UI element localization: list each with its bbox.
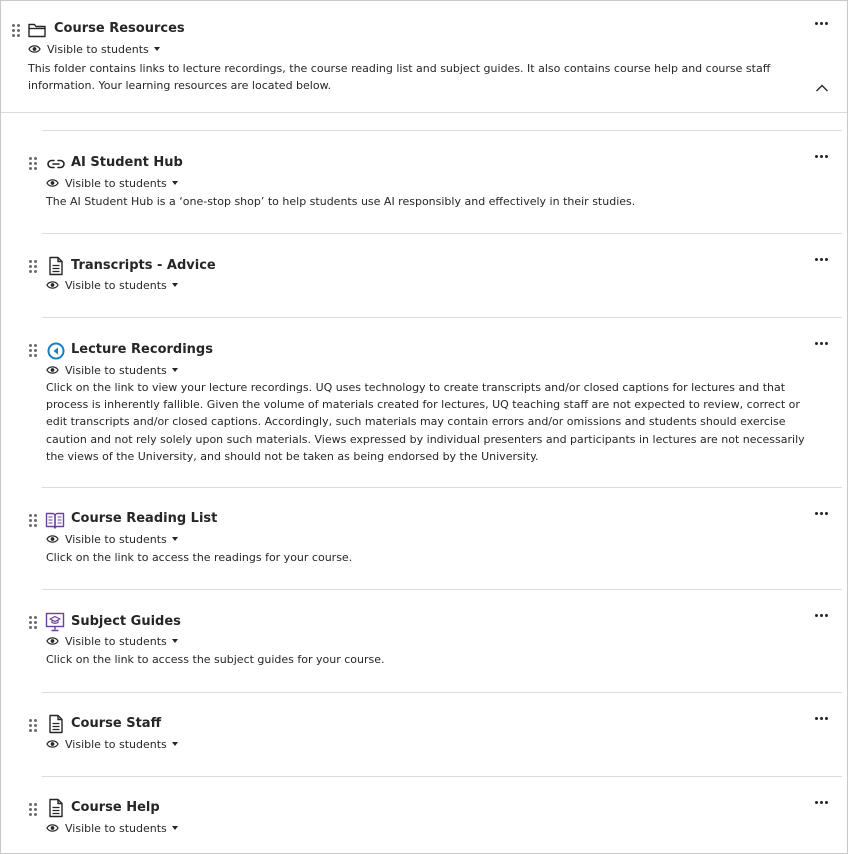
visibility-label: Visible to students [65, 737, 167, 751]
more-options-icon[interactable] [815, 614, 829, 618]
visibility-label: Visible to students [65, 176, 167, 190]
eye-icon [46, 740, 59, 748]
folder-course-resources[interactable]: Course Resources Visible to students Thi… [1, 1, 847, 113]
caret-down-icon [171, 283, 178, 287]
eye-icon [46, 637, 59, 645]
eye-icon [46, 281, 59, 289]
more-options-icon[interactable] [815, 22, 829, 26]
list-item-course-help[interactable]: Course Help Visible to students [29, 776, 842, 853]
item-title[interactable]: Lecture Recordings [71, 342, 213, 357]
document-icon [49, 798, 63, 818]
visibility-dropdown[interactable]: Visible to students [46, 278, 178, 292]
item-description: Click on the link to access the subject … [46, 653, 385, 666]
item-title[interactable]: Course Staff [71, 716, 161, 731]
drag-handle-icon[interactable] [29, 719, 38, 733]
visibility-dropdown[interactable]: Visible to students [46, 363, 178, 377]
document-icon [49, 714, 63, 734]
drag-handle-icon[interactable] [12, 24, 21, 38]
eye-icon [46, 366, 59, 374]
list-item-subject-guides[interactable]: Subject Guides Visible to students Click… [29, 589, 842, 692]
subject-guides-icon [45, 612, 65, 632]
item-description: The AI Student Hub is a ‘one-stop shop’ … [46, 195, 636, 208]
more-options-icon[interactable] [815, 155, 829, 159]
more-options-icon[interactable] [815, 717, 829, 721]
visibility-dropdown[interactable]: Visible to students [46, 532, 178, 546]
drag-handle-icon[interactable] [29, 344, 38, 358]
caret-down-icon [171, 742, 178, 746]
list-item-lecture-recordings[interactable]: Lecture Recordings Visible to students C… [29, 317, 842, 487]
visibility-label: Visible to students [47, 42, 149, 56]
lecture-recording-icon [47, 342, 65, 360]
more-options-icon[interactable] [815, 801, 829, 805]
reading-list-icon [45, 512, 65, 529]
caret-down-icon [171, 181, 178, 185]
eye-icon [28, 45, 41, 53]
eye-icon [46, 535, 59, 543]
caret-down-icon [171, 537, 178, 541]
item-description: Click on the link to access the readings… [46, 551, 353, 564]
visibility-dropdown[interactable]: Visible to students [28, 42, 160, 56]
visibility-label: Visible to students [65, 278, 167, 292]
more-options-icon[interactable] [815, 258, 829, 262]
list-item-transcripts-advice[interactable]: Transcripts - Advice Visible to students [29, 233, 842, 317]
item-title[interactable]: Course Reading List [71, 511, 217, 526]
eye-icon [46, 824, 59, 832]
folder-title[interactable]: Course Resources [54, 21, 185, 36]
chevron-up-icon[interactable] [815, 83, 829, 93]
visibility-dropdown[interactable]: Visible to students [46, 176, 178, 190]
item-title[interactable]: Course Help [71, 800, 160, 815]
caret-down-icon [171, 826, 178, 830]
caret-down-icon [153, 47, 160, 51]
document-icon [49, 256, 63, 276]
visibility-dropdown[interactable]: Visible to students [46, 821, 178, 835]
item-title[interactable]: Subject Guides [71, 614, 181, 629]
drag-handle-icon[interactable] [29, 157, 38, 171]
caret-down-icon [171, 368, 178, 372]
item-title[interactable]: AI Student Hub [71, 155, 183, 170]
drag-handle-icon[interactable] [29, 514, 38, 528]
more-options-icon[interactable] [815, 512, 829, 516]
visibility-dropdown[interactable]: Visible to students [46, 634, 178, 648]
list-item-course-staff[interactable]: Course Staff Visible to students [29, 692, 842, 776]
eye-icon [46, 179, 59, 187]
visibility-label: Visible to students [65, 532, 167, 546]
link-icon [47, 159, 65, 169]
caret-down-icon [171, 639, 178, 643]
item-title[interactable]: Transcripts - Advice [71, 258, 216, 273]
drag-handle-icon[interactable] [29, 616, 38, 630]
visibility-label: Visible to students [65, 363, 167, 377]
list-item-course-reading-list[interactable]: Course Reading List Visible to students … [29, 487, 842, 589]
folder-icon [28, 23, 46, 38]
drag-handle-icon[interactable] [29, 803, 38, 817]
visibility-label: Visible to students [65, 634, 167, 648]
visibility-label: Visible to students [65, 821, 167, 835]
list-item-ai-student-hub[interactable]: AI Student Hub Visible to students The A… [29, 130, 842, 233]
more-options-icon[interactable] [815, 342, 829, 346]
folder-description: This folder contains links to lecture re… [28, 62, 771, 93]
item-description: Click on the link to view your lecture r… [46, 381, 805, 463]
drag-handle-icon[interactable] [29, 260, 38, 274]
visibility-dropdown[interactable]: Visible to students [46, 737, 178, 751]
